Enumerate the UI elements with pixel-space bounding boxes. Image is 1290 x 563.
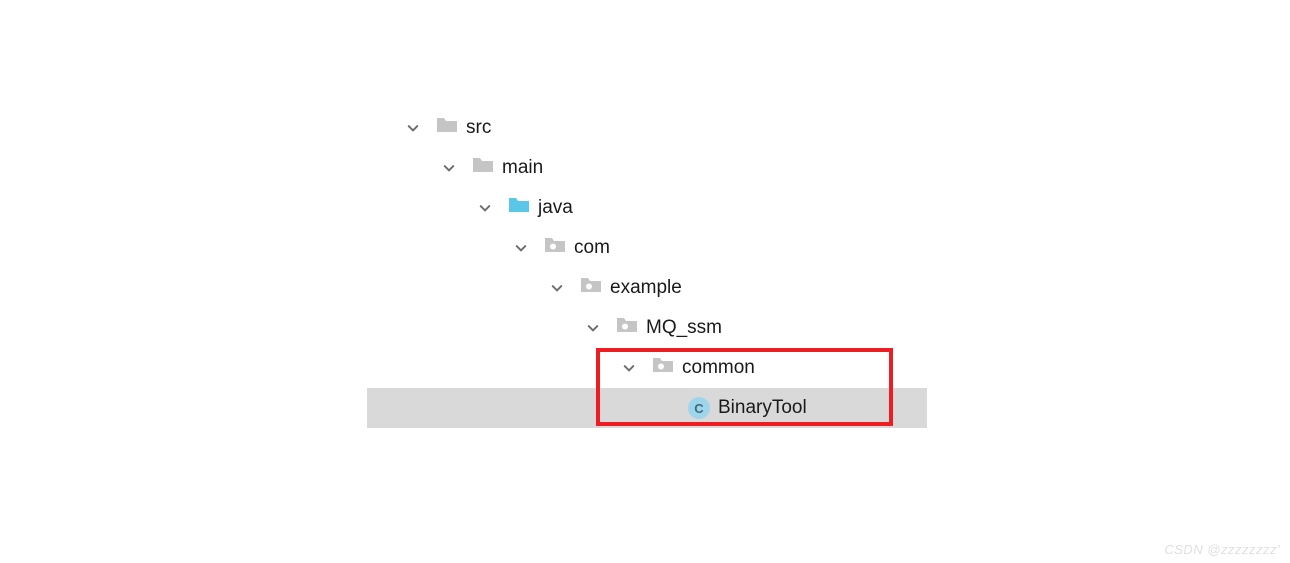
tree-row-java[interactable]: java bbox=[367, 188, 927, 228]
class-icon: C bbox=[688, 397, 710, 419]
folder-icon bbox=[472, 156, 494, 180]
tree-row-common[interactable]: common bbox=[367, 348, 927, 388]
package-icon bbox=[580, 276, 602, 300]
chevron-down-icon[interactable] bbox=[620, 359, 638, 377]
tree-label: src bbox=[466, 117, 491, 139]
tree-label: com bbox=[574, 237, 610, 259]
tree-row-binarytool[interactable]: C BinaryTool bbox=[367, 388, 927, 428]
tree-label: java bbox=[538, 197, 573, 219]
tree-row-mqssm[interactable]: MQ_ssm bbox=[367, 308, 927, 348]
chevron-down-icon[interactable] bbox=[440, 159, 458, 177]
tree-row-main[interactable]: main bbox=[367, 148, 927, 188]
tree-label: MQ_ssm bbox=[646, 317, 722, 339]
tree-row-src[interactable]: src bbox=[367, 108, 927, 148]
tree-row-example[interactable]: example bbox=[367, 268, 927, 308]
tree-label: example bbox=[610, 277, 682, 299]
tree-row-com[interactable]: com bbox=[367, 228, 927, 268]
package-icon bbox=[652, 356, 674, 380]
chevron-down-icon[interactable] bbox=[584, 319, 602, 337]
folder-icon bbox=[436, 116, 458, 140]
tree-label: common bbox=[682, 357, 755, 379]
source-folder-icon bbox=[508, 196, 530, 220]
package-icon bbox=[544, 236, 566, 260]
chevron-down-icon[interactable] bbox=[476, 199, 494, 217]
package-icon bbox=[616, 316, 638, 340]
chevron-down-icon[interactable] bbox=[512, 239, 530, 257]
tree-label: main bbox=[502, 157, 543, 179]
watermark-text: CSDN @zzzzzzzz' bbox=[1164, 542, 1280, 557]
project-tree: src main java bbox=[367, 108, 927, 428]
chevron-down-icon[interactable] bbox=[404, 119, 422, 137]
tree-label: BinaryTool bbox=[718, 397, 807, 419]
chevron-down-icon[interactable] bbox=[548, 279, 566, 297]
